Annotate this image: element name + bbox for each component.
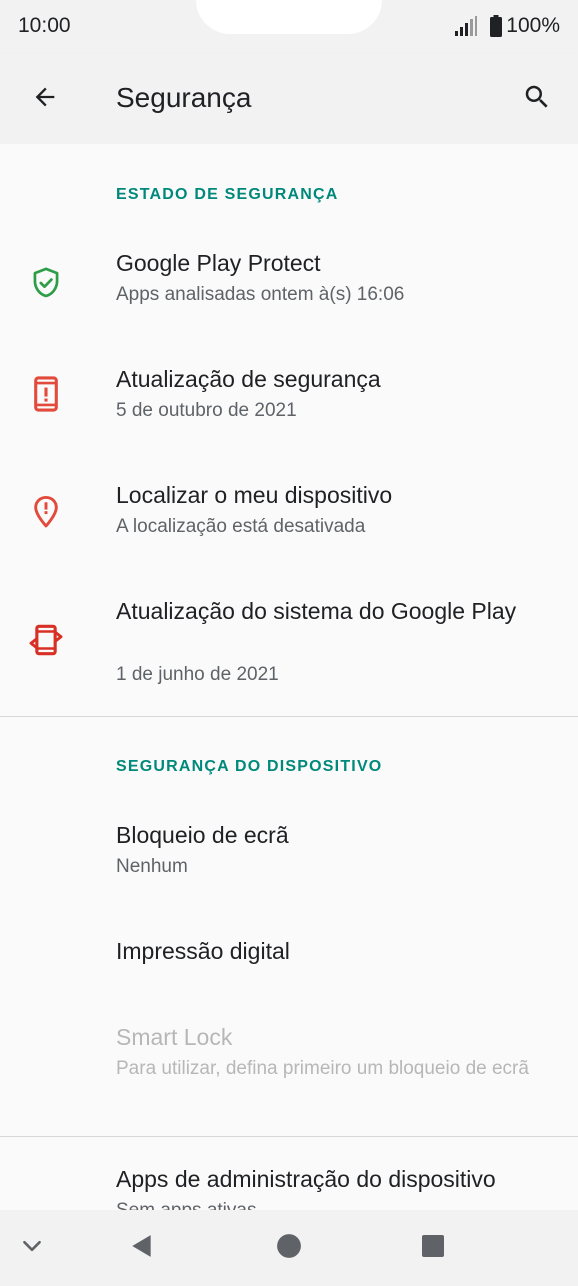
search-icon: [522, 82, 552, 117]
setting-title: Bloqueio de ecrã: [116, 822, 289, 848]
arrow-back-icon: [31, 83, 59, 116]
shield-check-icon: [26, 263, 66, 303]
status-indicators: 100%: [454, 14, 560, 38]
nav-home-button[interactable]: [267, 1226, 311, 1270]
app-bar: Segurança: [0, 54, 578, 144]
triangle-back-icon: [129, 1233, 155, 1264]
setting-title: Apps de administração do dispositivo: [116, 1166, 496, 1192]
setting-subtitle: Apps analisadas ontem à(s) 16:06: [116, 284, 405, 305]
setting-subtitle: A localização está desativada: [116, 516, 366, 537]
setting-title: Atualização do sistema do Google Play: [116, 598, 517, 624]
setting-title: Atualização de segurança: [116, 366, 381, 392]
back-button[interactable]: [22, 76, 68, 122]
section-header-device-security: SEGURANÇA DO DISPOSITIVO: [116, 758, 383, 775]
page-title: Segurança: [116, 82, 252, 113]
square-recents-icon: [421, 1234, 445, 1263]
search-button[interactable]: [514, 76, 560, 122]
setting-google-play-system-update[interactable]: Atualização do sistema do Google Play 1 …: [0, 578, 578, 716]
nav-recents-button[interactable]: [411, 1226, 455, 1270]
chevron-down-icon: [19, 1233, 45, 1264]
setting-fingerprint[interactable]: Impressão digital: [0, 918, 578, 1004]
setting-title: Smart Lock: [116, 1024, 233, 1050]
setting-device-admin-apps[interactable]: Apps de administração do dispositivo Sem…: [0, 1146, 578, 1210]
setting-title: Impressão digital: [116, 938, 290, 964]
camera-notch: [196, 0, 382, 34]
signal-icon: [454, 15, 478, 37]
setting-security-update[interactable]: Atualização de segurança 5 de outubro de…: [0, 346, 578, 462]
setting-smart-lock: Smart Lock Para utilizar, defina primeir…: [0, 1004, 578, 1136]
phone-alert-icon: [26, 374, 66, 414]
setting-subtitle: Para utilizar, defina primeiro um bloque…: [116, 1058, 529, 1079]
circle-home-icon: [276, 1233, 302, 1264]
nav-back-button[interactable]: [120, 1226, 164, 1270]
status-bar: 10:00 100%: [0, 0, 578, 54]
status-time: 10:00: [18, 14, 71, 37]
settings-list[interactable]: ESTADO DE SEGURANÇA Google Play Protect …: [0, 144, 578, 1210]
hide-nav-button[interactable]: [10, 1226, 54, 1270]
setting-subtitle: Nenhum: [116, 856, 188, 877]
navigation-bar: [0, 1210, 578, 1286]
setting-subtitle: 1 de junho de 2021: [116, 664, 279, 685]
setting-find-my-device[interactable]: Localizar o meu dispositivo A localizaçã…: [0, 462, 578, 578]
setting-title: Localizar o meu dispositivo: [116, 482, 393, 508]
section-divider: [0, 716, 578, 717]
setting-screen-lock[interactable]: Bloqueio de ecrã Nenhum: [0, 802, 578, 918]
setting-google-play-protect[interactable]: Google Play Protect Apps analisadas onte…: [0, 230, 578, 346]
battery-icon: [490, 15, 503, 37]
setting-subtitle: 5 de outubro de 2021: [116, 400, 297, 421]
setting-subtitle: Sem apps ativas: [116, 1198, 556, 1210]
section-divider: [0, 1136, 578, 1137]
battery-level: 100%: [506, 14, 560, 37]
phone-sync-icon: [26, 620, 66, 660]
location-alert-icon: [26, 492, 66, 532]
setting-title: Google Play Protect: [116, 250, 321, 276]
section-header-security-status: ESTADO DE SEGURANÇA: [116, 186, 339, 203]
